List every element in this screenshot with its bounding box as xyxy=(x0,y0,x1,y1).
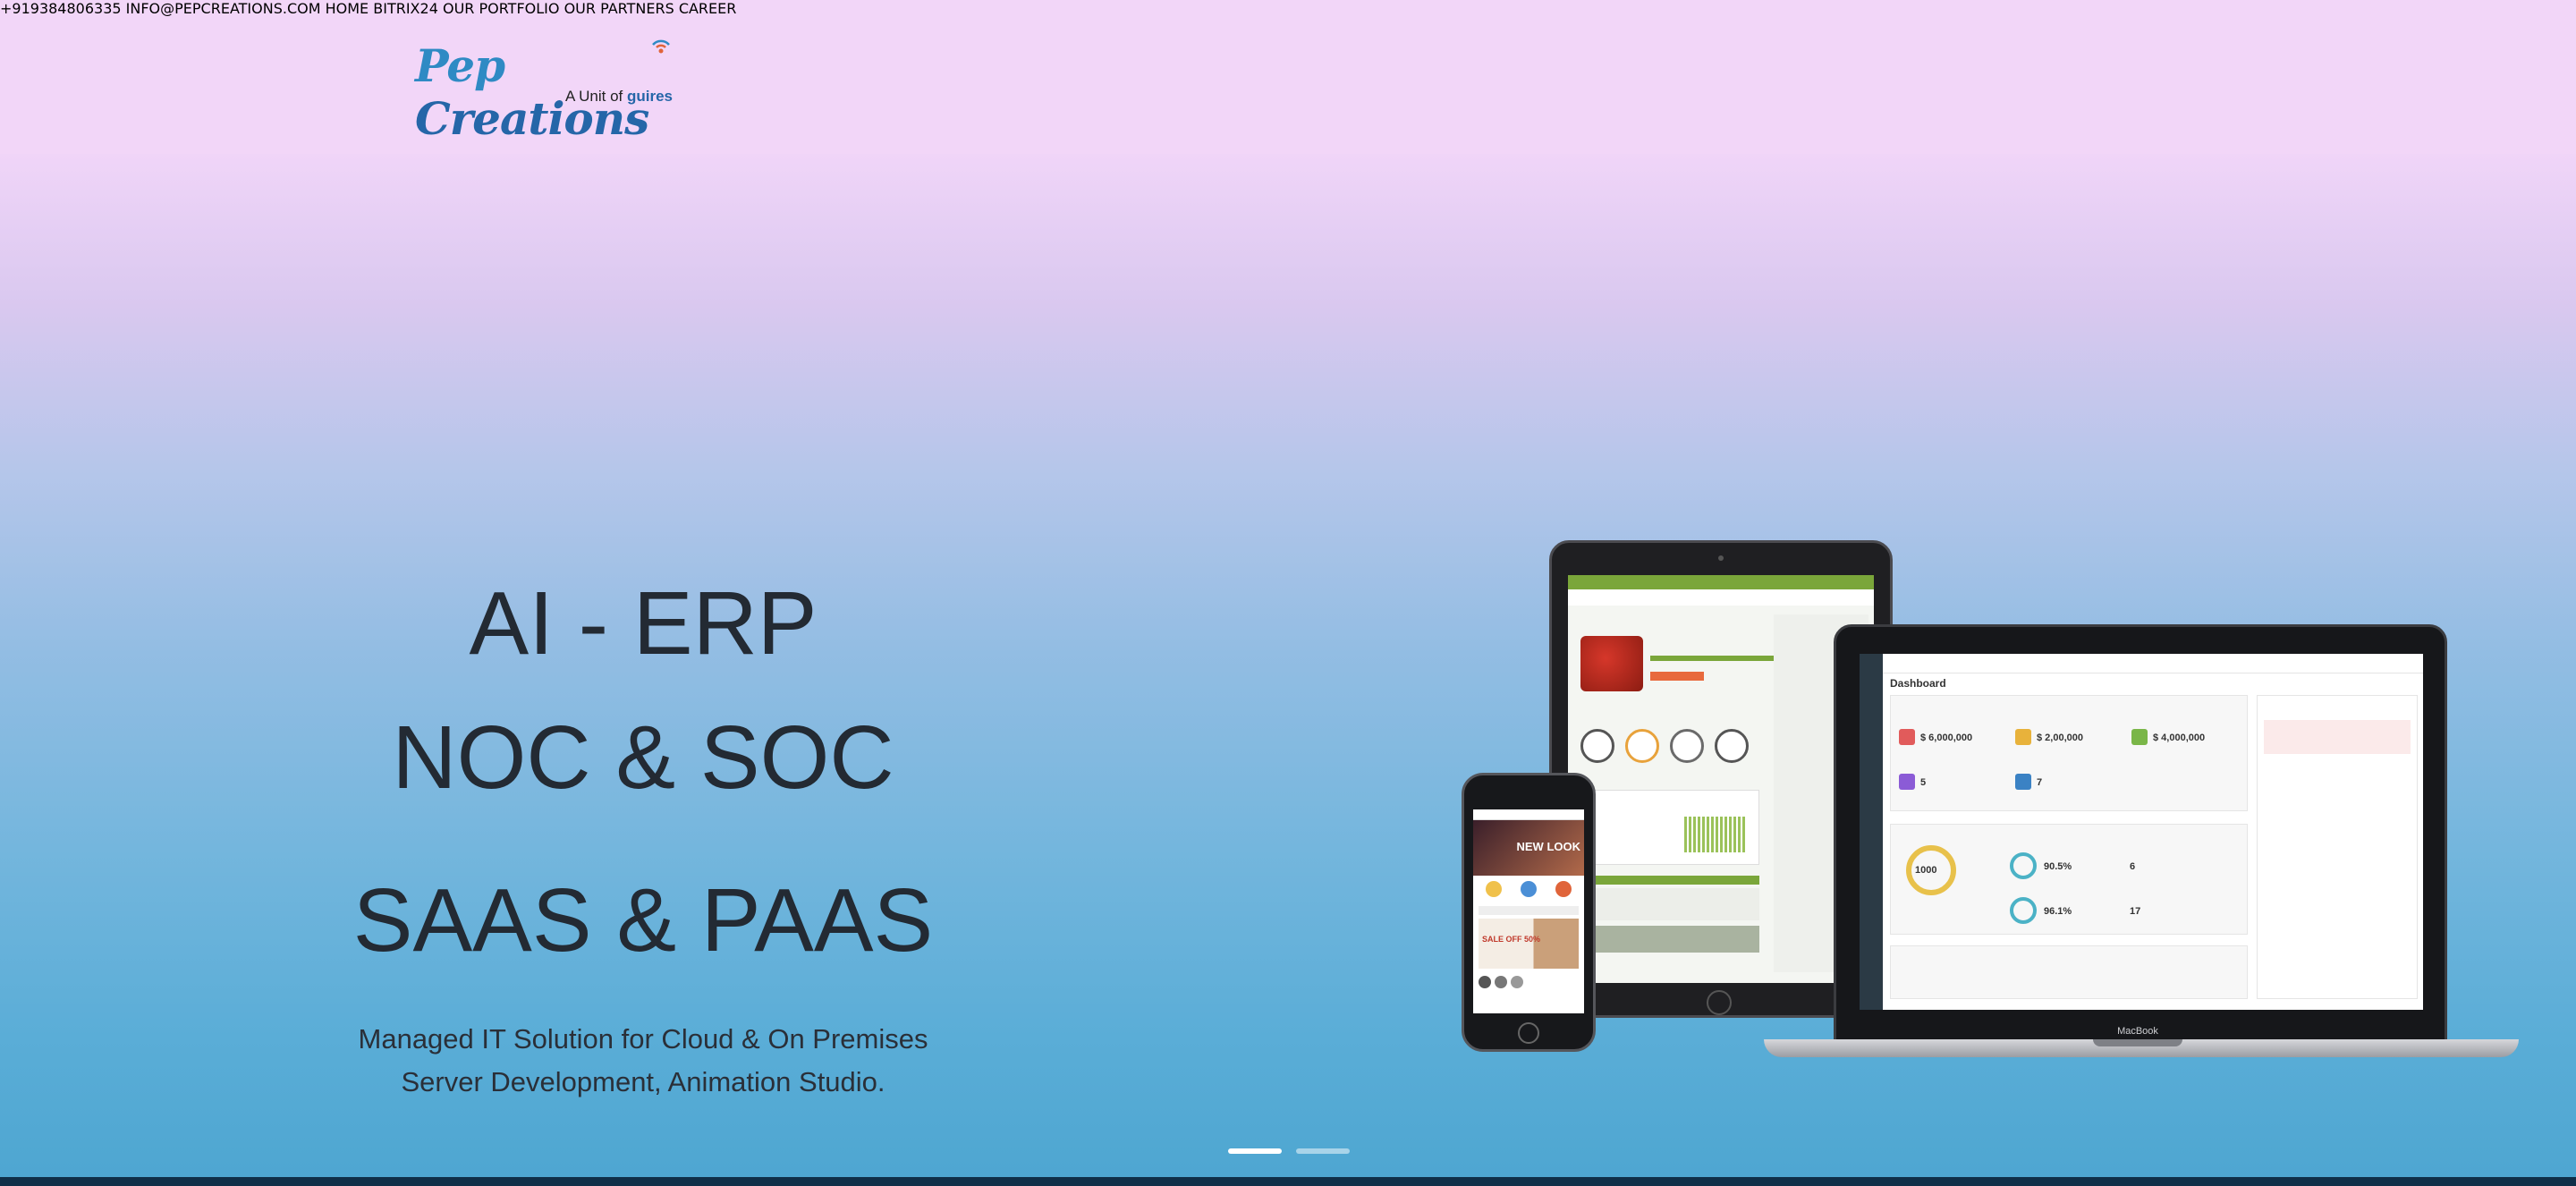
fulltime-ring xyxy=(2010,897,2037,924)
site-header: Pep Creations A Unit of guires +91938480… xyxy=(0,0,2576,154)
laptop-notch xyxy=(2093,1039,2182,1046)
site-logo[interactable]: Pep Creations A Unit of guires xyxy=(415,39,683,145)
tablet-photo-strip xyxy=(1580,926,1759,953)
phone-sale-banner: SALE OFF 50% xyxy=(1479,919,1579,969)
nav-partners-link[interactable]: OUR PARTNERS xyxy=(564,0,674,17)
carousel-dot-2[interactable] xyxy=(1296,1148,1350,1154)
phone-screen: NEW LOOK SALE OFF 50% xyxy=(1473,809,1584,1013)
phone-avatar-row xyxy=(1473,972,1584,992)
logo-tagline: A Unit of guires xyxy=(565,88,673,106)
tablet-text-block xyxy=(1580,888,1759,920)
tablet-progress xyxy=(1650,656,1775,661)
nav-phone-link[interactable]: +919384806335 xyxy=(0,0,122,17)
kpi-labour-cost: $ 2,00,000 xyxy=(2037,733,2083,743)
nav-career-link[interactable]: CAREER xyxy=(679,0,737,17)
tablet-bar-chart xyxy=(1684,817,1747,852)
laptop-topbar xyxy=(1883,654,2423,673)
phone-category-row xyxy=(1473,876,1584,902)
carousel-indicators xyxy=(1228,1148,1350,1154)
gauge-icon xyxy=(1625,729,1659,763)
operation-stats-card xyxy=(1890,945,2248,999)
laptop-mockup: Dashboard $ 6,000,000 $ 2,00,000 $ 4,000… xyxy=(1834,624,2447,1045)
carousel-dot-1[interactable] xyxy=(1228,1148,1282,1154)
laptop-dashboard-title: Dashboard xyxy=(1890,677,1946,690)
category-icon xyxy=(1555,881,1572,897)
phone-sale-text: SALE OFF 50% xyxy=(1482,935,1541,944)
hero-subtitle-line2: Server Development, Animation Studio. xyxy=(401,1066,886,1097)
phone-section-title xyxy=(1479,906,1579,915)
nav-portfolio-link[interactable]: OUR PORTFOLIO xyxy=(443,0,560,17)
laptop-screen: Dashboard $ 6,000,000 $ 2,00,000 $ 4,000… xyxy=(1860,654,2423,1010)
gauge-icon xyxy=(1715,729,1749,763)
phone-status-bar xyxy=(1473,809,1584,820)
tablet-screen xyxy=(1568,575,1874,983)
logo-word-pep: Pep xyxy=(415,39,505,92)
macbook-label: MacBook xyxy=(2117,1026,2158,1037)
emergency-alert xyxy=(2264,720,2411,754)
hero-heading-saas-paas: SAAS & PAAS xyxy=(352,870,934,970)
laptop-sidebar xyxy=(1860,654,1883,1010)
hero-heading-noc-soc: NOC & SOC xyxy=(392,707,894,808)
hero-subtitle: Managed IT Solution for Cloud & On Premi… xyxy=(196,1018,1090,1104)
nav-email-link[interactable]: INFO@PEPCREATIONS.COM xyxy=(126,0,321,17)
avatar xyxy=(1495,976,1507,988)
kpi-fulltime: 96.1% xyxy=(2044,906,2072,917)
kpi-new-contracts: 7 xyxy=(2037,777,2043,788)
phone-banner-text: NEW LOOK xyxy=(1516,840,1581,853)
nav-home-link[interactable]: HOME xyxy=(326,0,369,17)
customers-icon xyxy=(1899,774,1915,790)
kpi-profit: $ 4,000,000 xyxy=(2153,733,2206,743)
main-nav: +919384806335 INFO@PEPCREATIONS.COM HOME… xyxy=(0,0,2576,17)
tablet-app-bar xyxy=(1568,575,1874,589)
hero-heading-ai-erp: AI - ERP xyxy=(469,573,818,673)
kpi-headcount: 1000 xyxy=(1915,865,1937,876)
tagline-company: guires xyxy=(626,88,674,105)
finance-stats-card xyxy=(1890,695,2248,811)
gauge-icon xyxy=(1580,729,1614,763)
kpi-billable: 90.5% xyxy=(2044,861,2072,872)
contracts-icon xyxy=(2015,774,2031,790)
tagline-prefix: A Unit of xyxy=(565,88,627,105)
kpi-left: 17 xyxy=(2130,906,2141,917)
avatar xyxy=(1479,976,1491,988)
kpi-revenue: $ 6,000,000 xyxy=(1920,733,1973,743)
phone-banner: NEW LOOK xyxy=(1473,820,1584,876)
profit-icon xyxy=(2131,729,2148,745)
kpi-new-hires: 6 xyxy=(2130,861,2136,872)
revenue-icon xyxy=(1899,729,1915,745)
phone-mockup: NEW LOOK SALE OFF 50% xyxy=(1462,773,1596,1052)
hero-subtitle-line1: Managed IT Solution for Cloud & On Premi… xyxy=(358,1023,928,1055)
nav-bitrix24-link[interactable]: BITRIX24 xyxy=(373,0,438,17)
page-bottom-strip xyxy=(0,1177,2576,1186)
category-icon xyxy=(1520,881,1537,897)
category-icon xyxy=(1486,881,1503,897)
tablet-camera xyxy=(1718,555,1724,561)
labour-cost-icon xyxy=(2015,729,2031,745)
billable-ring xyxy=(2010,852,2037,879)
tablet-alert-chip xyxy=(1650,672,1704,681)
gauge-icon xyxy=(1670,729,1704,763)
kpi-new-customers: 5 xyxy=(1920,777,1927,788)
avatar xyxy=(1511,976,1523,988)
phone-home-button xyxy=(1518,1022,1539,1044)
hero-section: Pep Creations A Unit of guires +91938480… xyxy=(0,0,2576,1179)
tablet-home-button xyxy=(1707,990,1732,1015)
wifi-icon xyxy=(652,39,670,54)
tablet-section-bar xyxy=(1580,876,1759,885)
tomato-image xyxy=(1580,636,1643,691)
tablet-subheader xyxy=(1568,589,1874,606)
